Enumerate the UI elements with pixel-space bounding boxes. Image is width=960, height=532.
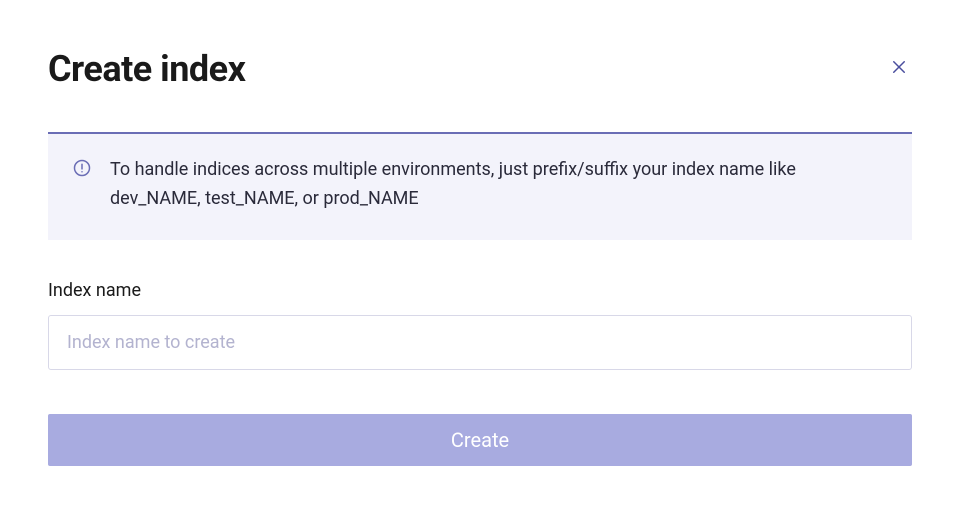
info-text: To handle indices across multiple enviro… — [110, 156, 888, 214]
modal-title: Create index — [48, 48, 245, 90]
info-icon — [72, 158, 92, 182]
create-button[interactable]: Create — [48, 414, 912, 466]
index-name-group: Index name — [48, 280, 912, 370]
index-name-label: Index name — [48, 280, 912, 301]
create-index-modal: Create index To handle indices across mu… — [0, 0, 960, 514]
close-button[interactable] — [886, 54, 912, 83]
modal-header: Create index — [48, 48, 912, 90]
close-icon — [890, 58, 908, 79]
index-name-input[interactable] — [48, 315, 912, 370]
info-banner: To handle indices across multiple enviro… — [48, 132, 912, 240]
